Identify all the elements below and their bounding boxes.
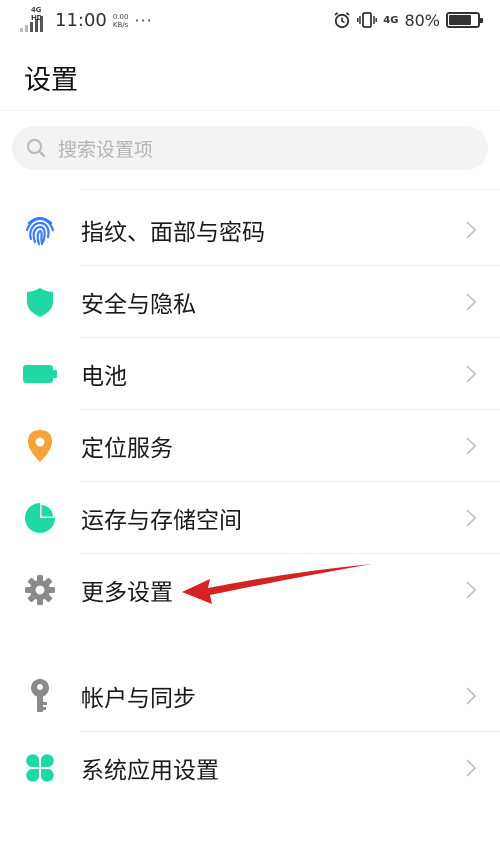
more-notifications-icon: ···	[134, 11, 153, 30]
battery-level-fill	[449, 15, 472, 25]
settings-item-label: 安全与隐私	[81, 292, 196, 318]
search-input[interactable]: 搜索设置项	[12, 126, 488, 170]
settings-item-accounts-sync[interactable]: 帐户与同步	[0, 660, 500, 732]
settings-item-memory-storage[interactable]: 运存与存储空间	[0, 482, 500, 554]
settings-item-label: 指纹、面部与密码	[81, 220, 265, 246]
network-tag: 4G HD	[31, 6, 43, 22]
settings-item-security-privacy[interactable]: 安全与隐私	[0, 266, 500, 338]
chevron-right-icon	[466, 437, 477, 455]
settings-item-label: 定位服务	[81, 436, 173, 462]
settings-item-label: 运存与存储空间	[81, 508, 242, 534]
shield-icon	[22, 284, 58, 320]
location-pin-icon	[22, 428, 58, 464]
chevron-right-icon	[466, 293, 477, 311]
page-title: 设置	[24, 65, 78, 96]
alarm-icon	[334, 12, 350, 29]
network-speed: 0.00 KB/s	[113, 13, 129, 29]
chevron-right-icon	[466, 581, 477, 599]
chevron-right-icon	[466, 365, 477, 383]
speed-unit: KB/s	[112, 21, 129, 29]
gear-icon	[22, 572, 58, 608]
signal-icon: 4G HD	[20, 6, 43, 32]
settings-item-battery[interactable]: 电池	[0, 338, 500, 410]
chevron-right-icon	[466, 759, 477, 777]
settings-item-label: 更多设置	[81, 580, 173, 606]
apps-grid-icon	[22, 750, 58, 786]
search-placeholder: 搜索设置项	[58, 138, 154, 161]
speed-value: 0.00	[112, 13, 129, 21]
settings-item-label: 电池	[81, 364, 127, 390]
status-bar: 4G HD 11:00 0.00 KB/s ··· 4G 80%	[0, 0, 500, 40]
key-icon	[22, 678, 58, 714]
network-type-label: 4G	[383, 14, 399, 26]
chevron-right-icon	[466, 509, 477, 527]
battery-percent: 80%	[404, 10, 440, 30]
settings-item-system-apps[interactable]: 系统应用设置	[0, 732, 500, 804]
search-icon	[24, 136, 48, 160]
status-time: 11:00	[55, 10, 107, 31]
chevron-right-icon	[466, 687, 477, 705]
battery-icon	[22, 356, 58, 392]
settings-item-fingerprint[interactable]: 指纹、面部与密码	[0, 194, 500, 266]
fingerprint-icon	[22, 212, 58, 248]
pie-chart-icon	[22, 500, 58, 536]
settings-item-label: 系统应用设置	[81, 758, 219, 784]
battery-icon	[446, 12, 483, 28]
header-divider	[0, 110, 500, 111]
settings-item-location[interactable]: 定位服务	[0, 410, 500, 482]
chevron-right-icon	[466, 221, 477, 239]
settings-item-label: 帐户与同步	[81, 686, 196, 712]
search-divider	[80, 189, 500, 190]
vibrate-icon	[357, 12, 378, 28]
settings-item-more-settings[interactable]: 更多设置	[0, 554, 500, 626]
